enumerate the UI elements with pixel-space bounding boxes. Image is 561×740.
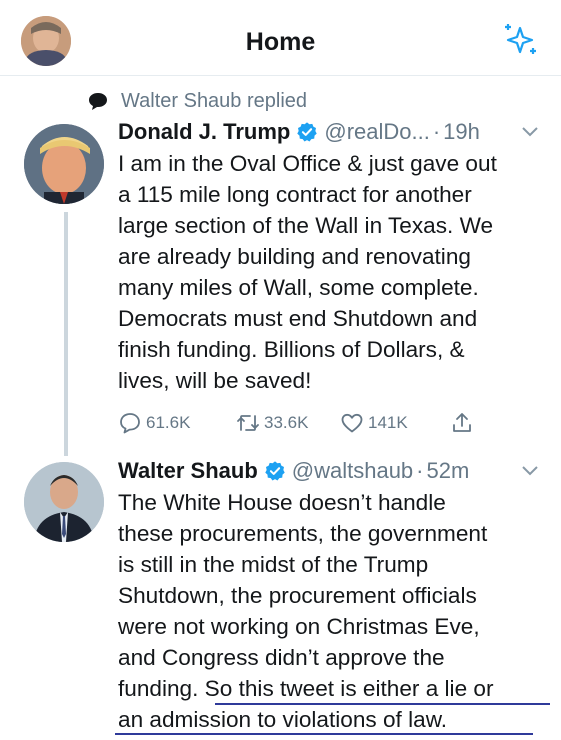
tweet-line: an admission to violations of law. [118, 707, 448, 732]
tweet-line: and Congress didn’t approve the [118, 645, 445, 670]
annotation-underline [215, 703, 550, 705]
retweet-count: 33.6K [264, 413, 309, 432]
reply-bubble-icon [89, 93, 107, 110]
display-name[interactable]: Donald J. Trump [118, 119, 290, 145]
page-title: Home [245, 28, 316, 56]
context-label: Walter Shaub replied [121, 89, 308, 112]
retweet-button[interactable]: 33.6K [236, 411, 308, 435]
retweet-icon [237, 415, 259, 431]
separator: · [416, 458, 424, 483]
display-name[interactable]: Walter Shaub [118, 458, 258, 484]
tweet-line: The White House doesn’t handle [118, 490, 446, 515]
handle[interactable]: @realDo... [324, 119, 429, 145]
like-button[interactable]: 141K [340, 411, 408, 435]
thread-connector [64, 212, 68, 456]
tweet-line: Democrats must end Shutdown and [118, 306, 478, 331]
tweet-line: lives, will be saved! [118, 368, 312, 393]
tweet-line: Shutdown, the procurement officials [118, 583, 477, 608]
sparkle-icon[interactable] [500, 20, 540, 60]
tweet-line: many miles of Wall, some complete. [118, 275, 479, 300]
tweet-line: are already building and renovating [118, 244, 471, 269]
verified-badge-icon [297, 122, 318, 142]
annotation-underline [115, 733, 533, 735]
timestamp[interactable]: 19h [443, 119, 480, 145]
reply-icon [120, 413, 140, 434]
tweet-actions: 61.6K 33.6K 141K [118, 411, 498, 441]
tweet-header: Walter Shaub @waltshaub · 52m [118, 458, 469, 484]
timestamp[interactable]: 52m [427, 458, 470, 484]
avatar[interactable] [24, 124, 104, 204]
tweet-line: finish funding. Billions of Dollars, & [118, 337, 465, 362]
chevron-down-icon[interactable] [521, 465, 539, 477]
tweet-line: these procurements, the government [118, 521, 488, 546]
tweet-line: funding. So this tweet is either a lie o… [118, 676, 494, 701]
share-icon [453, 413, 471, 432]
tweet-line: is still in the midst of the Trump [118, 552, 429, 577]
header: Home [0, 0, 561, 76]
tweet-text: I am in the Oval Office & just gave out … [118, 148, 538, 396]
handle[interactable]: @waltshaub [292, 458, 413, 484]
tweet-line: a 115 mile long contract for another [118, 182, 472, 207]
heart-icon [341, 413, 363, 433]
avatar[interactable] [24, 462, 104, 542]
tweet-header: Donald J. Trump @realDo... · 19h [118, 119, 480, 145]
chevron-down-icon[interactable] [521, 126, 539, 138]
reply-button[interactable]: 61.6K [118, 411, 190, 435]
like-count: 141K [368, 413, 408, 432]
tweet-text: The White House doesn’t handle these pro… [118, 487, 538, 735]
social-context: Walter Shaub replied [87, 89, 307, 113]
reply-count: 61.6K [146, 413, 191, 432]
tweet-line: large section of the Wall in Texas. We [118, 213, 494, 238]
verified-badge-icon [265, 461, 285, 481]
tweet-line: were not working on Christmas Eve, [118, 614, 480, 639]
tweet-line: I am in the Oval Office & just gave out [118, 151, 497, 176]
separator: · [432, 119, 441, 144]
share-button[interactable] [450, 411, 478, 435]
